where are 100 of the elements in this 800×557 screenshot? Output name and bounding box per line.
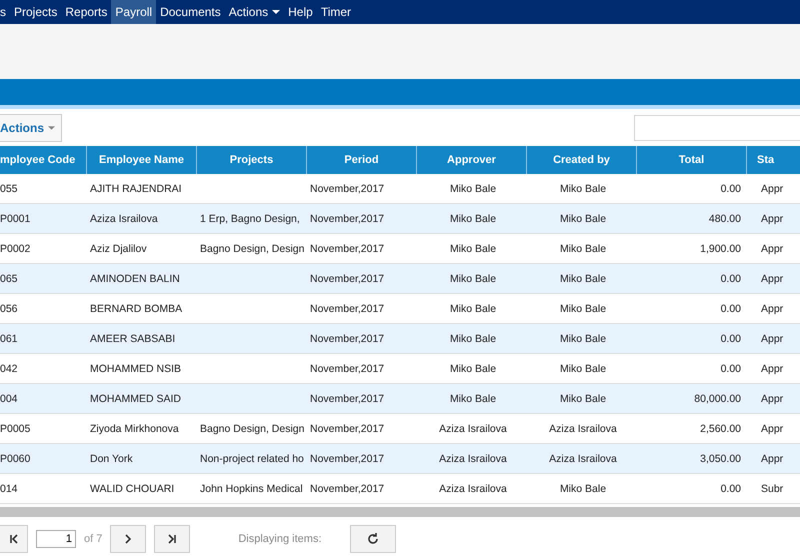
table-cell: Appr	[761, 302, 784, 314]
table-cell: Ziyoda Mirkhonova	[90, 422, 179, 434]
refresh-icon	[366, 532, 380, 546]
table-cell: 0.00	[720, 182, 741, 194]
table-cell: 0.00	[720, 482, 741, 494]
table-cell: Miko Bale	[450, 362, 496, 374]
table-cell: Miko Bale	[560, 332, 606, 344]
table-cell: Aziza Israilova	[549, 422, 617, 434]
table-cell: November,2017	[310, 242, 384, 254]
nav-item[interactable]: Help	[284, 0, 317, 24]
table-cell: P0001	[0, 212, 30, 224]
table-cell: 2,560.00	[700, 422, 741, 434]
table-cell: 3,050.00	[700, 452, 741, 464]
table-cell: Miko Bale	[450, 392, 496, 404]
column-header[interactable]: Sta	[747, 146, 800, 174]
table-cell: 042	[0, 362, 18, 374]
table-cell: Miko Bale	[450, 272, 496, 284]
table-cell: Miko Bale	[450, 212, 496, 224]
nav-item[interactable]: Reports	[61, 0, 112, 24]
table-cell: Appr	[761, 362, 784, 374]
table-cell: MOHAMMED SAID	[90, 392, 182, 404]
search-field[interactable]	[634, 115, 800, 141]
nav-item[interactable]: Documents	[156, 0, 225, 24]
table-cell: Appr	[761, 392, 784, 404]
table-cell: Aziza Israilova	[439, 482, 507, 494]
table-cell: 061	[0, 332, 18, 344]
actions-button[interactable]: Actions	[0, 114, 62, 142]
table-cell: November,2017	[310, 392, 384, 404]
nav-item[interactable]: Timer	[316, 0, 356, 24]
table-cell: Aziza Israilova	[439, 422, 507, 434]
table-cell: November,2017	[310, 422, 384, 434]
table-row[interactable]: 065 AMINODEN BALIN November,2017 Miko Bale Miko Bale 0.00 Appr	[0, 264, 800, 294]
table-cell: Appr	[761, 332, 784, 344]
table-cell: WALID CHOUARI	[90, 482, 174, 494]
table-cell: Aziz Djalilov	[90, 242, 147, 254]
table-cell: Miko Bale	[560, 302, 606, 314]
horizontal-scrollbar[interactable]	[0, 507, 800, 517]
table-cell: 480.00	[708, 212, 741, 224]
nav-item[interactable]: s	[0, 0, 10, 24]
table-cell: Bagno Design, Design	[200, 242, 304, 254]
nav-item[interactable]: Projects	[10, 0, 62, 24]
table-cell: 80,000.00	[694, 392, 741, 404]
table-cell: John Hopkins Medical	[200, 482, 303, 494]
table-cell: Miko Bale	[560, 242, 606, 254]
table-cell: Non-project related ho	[200, 452, 304, 464]
nav-item[interactable]: Payroll	[111, 0, 156, 24]
table-cell: Miko Bale	[560, 392, 606, 404]
last-page-icon	[166, 533, 178, 545]
table-cell: November,2017	[310, 362, 384, 374]
table-cell: Aziza Israilova	[549, 452, 617, 464]
table-cell: Miko Bale	[560, 272, 606, 284]
table-cell: 1 Erp, Bagno Design,	[200, 212, 300, 224]
table-cell: Miko Bale	[450, 302, 496, 314]
table-row[interactable]: P0001 Aziza Israilova 1 Erp, Bagno Design, November,2017 Miko Bale Miko Bale 480.00 Appr	[0, 204, 800, 234]
table-cell: P0002	[0, 242, 30, 254]
nav-item[interactable]: Actions	[224, 0, 284, 24]
page-number-field[interactable]: 1	[36, 530, 76, 548]
table-cell: AJITH RAJENDRAI	[90, 182, 182, 194]
table-cell: Bagno Design, Design	[200, 422, 304, 434]
table-cell: 055	[0, 182, 18, 194]
table-cell: Appr	[761, 242, 784, 254]
table-cell: Miko Bale	[560, 362, 606, 374]
table-cell: Appr	[761, 212, 784, 224]
table-cell: Appr	[761, 182, 784, 194]
first-page-icon	[8, 533, 20, 545]
table-cell: AMEER SABSABI	[90, 332, 176, 344]
table-cell: Appr	[761, 452, 784, 464]
table-row[interactable]: P0060 Don York Non-project related ho November,2017 Aziza Israilova Aziza Israilova 3,050.00 Appr	[0, 444, 800, 474]
refresh-button[interactable]	[350, 525, 396, 553]
table-cell: 065	[0, 272, 18, 284]
page-count: of 7	[84, 533, 102, 545]
table-cell: Subr	[761, 482, 784, 494]
table-cell: November,2017	[310, 452, 384, 464]
table-row[interactable]: 004 MOHAMMED SAID November,2017 Miko Bale Miko Bale 80,000.00 Appr	[0, 384, 800, 414]
table-cell: Miko Bale	[450, 242, 496, 254]
table-cell: 0.00	[720, 302, 741, 314]
table-cell: BERNARD BOMBA	[90, 302, 182, 314]
table-cell: Miko Bale	[560, 182, 606, 194]
last-page-button[interactable]	[154, 525, 190, 553]
table-row[interactable]: 061 AMEER SABSABI November,2017 Miko Bale Miko Bale 0.00 Appr	[0, 324, 800, 354]
table-cell: November,2017	[310, 272, 384, 284]
table-cell: Appr	[761, 422, 784, 434]
table-cell: P0005	[0, 422, 30, 434]
table-cell: Aziza Israilova	[90, 212, 158, 224]
table-cell: 0.00	[720, 272, 741, 284]
table-cell: 014	[0, 482, 18, 494]
table-cell: 0.00	[720, 362, 741, 374]
table-cell: 004	[0, 392, 18, 404]
table-cell: November,2017	[310, 302, 384, 314]
table-cell: P0060	[0, 452, 30, 464]
table-cell: Don York	[90, 452, 133, 464]
table-cell: Miko Bale	[450, 182, 496, 194]
table-cell: November,2017	[310, 332, 384, 344]
table-cell: November,2017	[310, 182, 384, 194]
table-cell: Miko Bale	[560, 212, 606, 224]
first-page-button[interactable]	[0, 525, 28, 553]
table-cell: MOHAMMED NSIB	[90, 362, 182, 374]
table-cell: 0.00	[720, 332, 741, 344]
table-cell: Appr	[761, 272, 784, 284]
table-cell: Miko Bale	[560, 482, 606, 494]
